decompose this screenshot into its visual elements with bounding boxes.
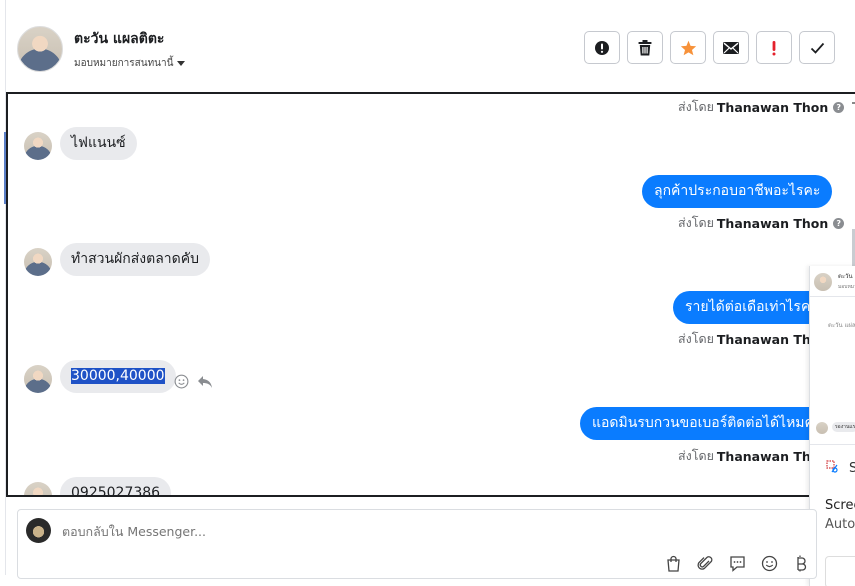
- payment-icon[interactable]: [791, 553, 811, 573]
- report-button[interactable]: [584, 31, 620, 64]
- trash-icon: [638, 39, 652, 55]
- shopping-bag-icon[interactable]: [663, 553, 683, 573]
- message-bubble-outgoing[interactable]: รายได้ต่อเดือเท่าไรคะ: [673, 291, 830, 324]
- sent-by-label: ส่งโดย Thanawan Thon ?: [678, 97, 845, 117]
- mark-unread-button[interactable]: [713, 31, 749, 64]
- preview-bubble: รองานแร: [832, 422, 855, 432]
- info-icon[interactable]: ?: [833, 101, 845, 113]
- header-actions: [584, 31, 835, 64]
- preview-notification-title: Scree: [825, 498, 855, 513]
- reply-input[interactable]: [62, 524, 462, 539]
- message-bubble-incoming[interactable]: ทำสวนผักส่งตลาดคับ: [60, 243, 211, 276]
- sent-by-label: ส่งโดย Thanawan Thon: [678, 331, 829, 347]
- message-bubble-incoming[interactable]: 0925027386: [60, 477, 172, 495]
- star-button[interactable]: [670, 31, 706, 64]
- composer-toolbar: [663, 553, 811, 573]
- snipping-tool-icon: [826, 460, 838, 473]
- assign-label: มอบหมายการสนทนานี้: [74, 58, 174, 69]
- contact-avatar-small[interactable]: [24, 482, 52, 495]
- alert-circle-icon: [595, 40, 609, 55]
- preview-avatar: [814, 273, 832, 291]
- page-avatar: [26, 518, 51, 543]
- delete-button[interactable]: [627, 31, 663, 64]
- message-bubble-outgoing[interactable]: แอดมินรบกวนขอเบอร์ติดต่อได้ไหมคะ: [580, 407, 834, 440]
- sent-by-label: ส่งโดย Thanawan Thon: [678, 448, 829, 464]
- message-bubble-incoming[interactable]: ไฟแนนซ์: [60, 127, 137, 160]
- envelope-icon: [723, 41, 739, 54]
- saved-replies-icon[interactable]: [727, 553, 747, 573]
- checkmark-icon: [810, 42, 824, 54]
- done-button[interactable]: [799, 31, 835, 64]
- assign-conversation-dropdown[interactable]: มอบหมายการสนทนานี้: [74, 56, 186, 71]
- contact-avatar-small[interactable]: [24, 248, 52, 276]
- preview-contact-name: ตะวัน แ: [838, 273, 855, 280]
- paperclip-icon[interactable]: [695, 553, 715, 573]
- preview-divider: [810, 296, 855, 297]
- selected-text: 30000,40000: [71, 368, 165, 384]
- preview-notification-body: Autor: [825, 517, 855, 532]
- contact-avatar-small[interactable]: [24, 132, 52, 160]
- contact-avatar[interactable]: [17, 26, 63, 72]
- message-thread[interactable]: ส่งโดย Thanawan Thon ? ไฟแนนซ์ ลุกค้าประ…: [6, 92, 855, 497]
- sent-by-label: ส่งโดย Thanawan Thon ?: [678, 213, 845, 233]
- star-icon: [680, 40, 696, 55]
- preview-thumbnail[interactable]: [825, 556, 855, 586]
- contact-avatar-small[interactable]: [24, 365, 52, 393]
- conversation-header: ตะวัน แผลติตะ มอบหมายการสนทนานี้: [0, 0, 855, 92]
- snipping-tool-label: S: [849, 461, 855, 476]
- preview-message: ตะวัน แผ่ลติ: [828, 322, 855, 329]
- info-icon[interactable]: ?: [833, 217, 845, 229]
- reply-composer: [17, 509, 817, 579]
- reply-icon[interactable]: [197, 375, 213, 389]
- emoji-react-icon[interactable]: [174, 374, 189, 389]
- message-tools: [174, 374, 213, 389]
- emoji-icon[interactable]: [759, 553, 779, 573]
- message-bubble-incoming[interactable]: 30000,40000: [60, 360, 176, 393]
- contact-name[interactable]: ตะวัน แผลติตะ: [74, 28, 164, 50]
- preview-divider: [810, 444, 855, 445]
- preview-avatar-small: [816, 422, 828, 434]
- message-bubble-outgoing[interactable]: ลุกค้าประกอบอาชีพอะไรคะ: [642, 175, 833, 208]
- exclamation-icon: [772, 40, 776, 55]
- mark-important-button[interactable]: [756, 31, 792, 64]
- chevron-down-icon: [177, 61, 186, 66]
- preview-assign-label: มอบหมา: [838, 284, 855, 290]
